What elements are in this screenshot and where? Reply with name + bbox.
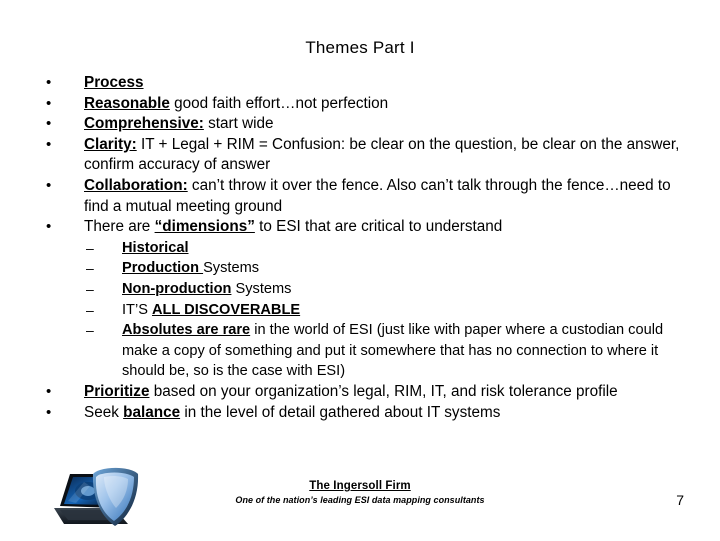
sub-bullet-item: – Non-production Systems [40,279,688,300]
body-text: There are [84,218,155,236]
bullet-text: Comprehensive: start wide [84,114,688,135]
bullet-text: Absolutes are rare in the world of ESI (… [122,320,688,382]
bullet-text: Reasonable good faith effort…not perfect… [84,94,688,115]
page-title: Themes Part I [305,38,415,57]
body-text: based on your organization’s legal, RIM,… [149,382,618,400]
sub-bullet-item: – IT’S ALL DISCOVERABLE [40,300,688,321]
body-text: in the level of detail gathered about IT… [180,403,501,421]
emphasized-text: ALL DISCOVERABLE [152,301,301,318]
emphasized-text: Clarity: [84,135,137,153]
bullet-text: Process [84,73,688,94]
emphasized-text: balance [123,403,181,421]
body-text: good faith effort…not perfection [169,94,389,112]
bullet-text: Production Systems [122,258,688,279]
bullet-list: • Process • Reasonable good faith effort…no… [40,73,688,423]
bullet-marker: • [46,135,52,153]
firm-name: The Ingersoll Firm [309,480,411,492]
page-number: 7 [676,492,684,508]
emphasized-text: Historical [122,239,189,256]
sub-bullet-marker: – [86,260,94,277]
bullet-item: • Process [40,73,688,94]
body-text: IT’S [122,301,152,318]
emphasized-text: Absolutes are rare [122,322,251,339]
sub-bullet-marker: – [86,322,94,339]
emphasized-text: Non-production [122,280,232,297]
body-text: to ESI that are critical to understand [254,218,503,236]
bullet-item: • Reasonable good faith effort…not perfec… [40,94,688,115]
bullet-marker: • [46,74,52,91]
bullet-marker: • [46,115,52,133]
bullet-text: IT’S ALL DISCOVERABLE [122,300,688,321]
body-text: Systems [203,260,260,277]
bullet-text: Collaboration: can’t throw it over the f… [84,176,688,217]
bullet-marker: • [46,218,52,236]
bullet-marker: • [46,94,52,112]
sub-bullet-item: – Production Systems [40,258,688,279]
bullet-text: Prioritize based on your organization’s … [84,382,688,403]
bullet-text: Clarity: IT + Legal + RIM = Confusion: b… [84,135,688,176]
emphasized-text: Reasonable [84,94,170,112]
bullet-item: • Comprehensive: start wide [40,114,688,135]
bullet-text: Seek balance in the level of detail gath… [84,403,688,424]
bullet-text: Historical [122,238,688,259]
bullet-text: Non-production Systems [122,279,688,300]
emphasized-text: “dimensions” [154,218,255,236]
bullet-marker: • [46,403,52,421]
body-text: IT + Legal + RIM = Confusion: be clear o… [84,135,680,174]
bullet-item: • Collaboration: can’t throw it over the … [40,176,688,217]
sub-bullet-marker: – [86,280,94,297]
emphasized-text: Collaboration: [84,176,188,194]
emphasized-text: Comprehensive: [84,115,204,133]
body-text: Systems [231,280,292,297]
sub-bullet-item: – Historical [40,238,688,259]
bullet-text: There are “dimensions” to ESI that are c… [84,217,688,238]
body-text: Seek [84,403,124,421]
bullet-item: • Seek balance in the level of detail gat… [40,403,688,424]
bullet-marker: • [46,382,52,400]
firm-tagline: One of the nation’s leading ESI data map… [235,495,485,505]
footer: The Ingersoll Firm One of the nation’s l… [0,479,720,507]
emphasized-text: Process [84,74,144,91]
sub-bullet-item: – Absolutes are rare in the world of ESI … [40,320,688,382]
sub-bullet-marker: – [86,239,94,256]
bullet-item: • Clarity: IT + Legal + RIM = Confusion: … [40,135,688,176]
bullet-item: • There are “dimensions” to ESI that are … [40,217,688,238]
bullet-marker: • [46,176,52,194]
emphasized-text: Prioritize [84,382,150,400]
sub-bullet-marker: – [86,301,94,318]
bullet-item: • Prioritize based on your organization’s… [40,382,688,403]
emphasized-text: Production [122,260,204,277]
body-text: start wide [203,115,274,133]
